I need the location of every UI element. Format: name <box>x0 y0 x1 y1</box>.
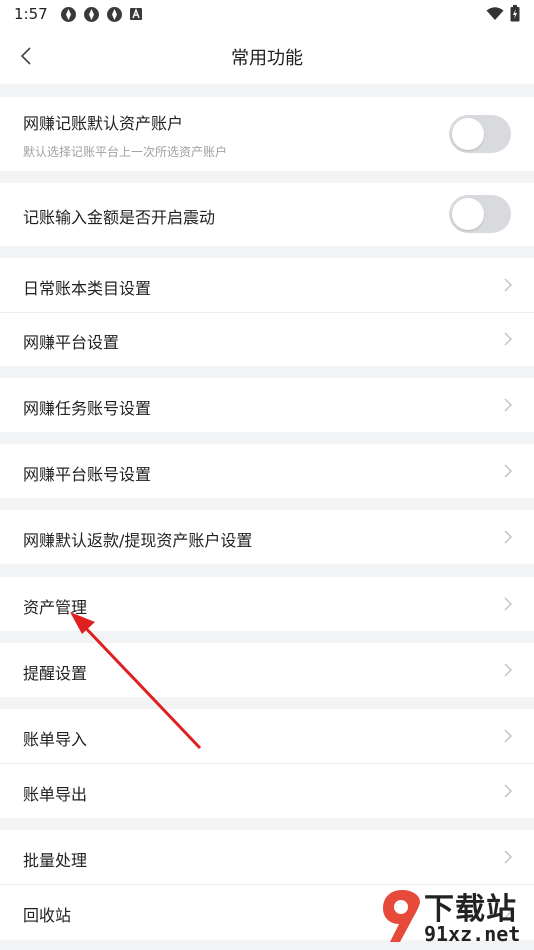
battery-icon <box>510 5 520 26</box>
menu-item-label: 账单导出 <box>23 785 88 804</box>
chevron-right-icon <box>504 398 513 412</box>
toggle-label: 网赚记账默认资产账户 <box>23 114 184 133</box>
status-bar: 1:57 <box>0 0 534 28</box>
watermark: 下载站 91xz.net <box>380 884 530 948</box>
toggle-knob <box>452 118 484 150</box>
default-asset-account-toggle[interactable] <box>449 115 511 153</box>
chevron-right-icon <box>504 729 513 743</box>
menu-item-bill-export[interactable]: 账单导出 <box>0 764 534 818</box>
menu-item-label: 回收站 <box>23 906 72 925</box>
menu-item-default-refund-account[interactable]: 网赚默认返款/提现资产账户设置 <box>0 510 534 564</box>
vibration-toggle[interactable] <box>449 195 511 233</box>
chevron-right-icon <box>504 464 513 478</box>
menu-item-platform-account-settings[interactable]: 网赚平台账号设置 <box>0 444 534 498</box>
chevron-right-icon <box>504 332 513 346</box>
notification-a-icon <box>129 6 146 23</box>
wifi-icon <box>486 6 504 25</box>
chevron-right-icon <box>504 597 513 611</box>
menu-item-platform-settings[interactable]: 网赚平台设置 <box>0 313 534 366</box>
menu-item-asset-management[interactable]: 资产管理 <box>0 577 534 631</box>
menu-item-daily-ledger-category[interactable]: 日常账本类目设置 <box>0 258 534 312</box>
menu-item-label: 日常账本类目设置 <box>23 279 152 298</box>
chevron-right-icon <box>504 663 513 677</box>
toggle-row-default-asset-account: 网赚记账默认资产账户 默认选择记账平台上一次所选资产账户 <box>0 97 534 171</box>
chevron-right-icon <box>504 850 513 864</box>
system-icons <box>486 5 520 26</box>
menu-item-task-account-settings[interactable]: 网赚任务账号设置 <box>0 378 534 432</box>
status-time: 1:57 <box>14 5 48 23</box>
menu-item-label: 账单导入 <box>23 730 88 749</box>
watermark-url: 91xz.net <box>424 922 521 946</box>
chevron-right-icon <box>504 784 513 798</box>
notification-app-icon <box>60 6 77 23</box>
toggle-row-vibration: 记账输入金额是否开启震动 <box>0 183 534 246</box>
toggle-label: 记账输入金额是否开启震动 <box>23 208 216 227</box>
menu-item-label: 批量处理 <box>23 851 88 870</box>
toggle-sublabel: 默认选择记账平台上一次所选资产账户 <box>23 145 228 159</box>
nav-bar: 常用功能 <box>0 28 534 84</box>
notification-app-icon <box>83 6 100 23</box>
menu-item-label: 网赚默认返款/提现资产账户设置 <box>23 531 253 550</box>
page-title: 常用功能 <box>231 48 303 69</box>
chevron-right-icon <box>504 530 513 544</box>
notification-app-icon <box>106 6 123 23</box>
menu-item-label: 网赚平台账号设置 <box>23 465 152 484</box>
menu-item-bill-import[interactable]: 账单导入 <box>0 709 534 763</box>
menu-item-label: 网赚任务账号设置 <box>23 399 152 418</box>
menu-item-label: 网赚平台设置 <box>23 333 120 352</box>
watermark-logo-icon <box>383 890 420 942</box>
menu-item-reminder-settings[interactable]: 提醒设置 <box>0 643 534 697</box>
menu-item-batch-processing[interactable]: 批量处理 <box>0 830 534 884</box>
notification-icons <box>60 6 146 23</box>
chevron-right-icon <box>504 278 513 292</box>
toggle-knob <box>452 198 484 230</box>
menu-item-label: 资产管理 <box>23 598 88 617</box>
menu-item-label: 提醒设置 <box>23 664 88 683</box>
